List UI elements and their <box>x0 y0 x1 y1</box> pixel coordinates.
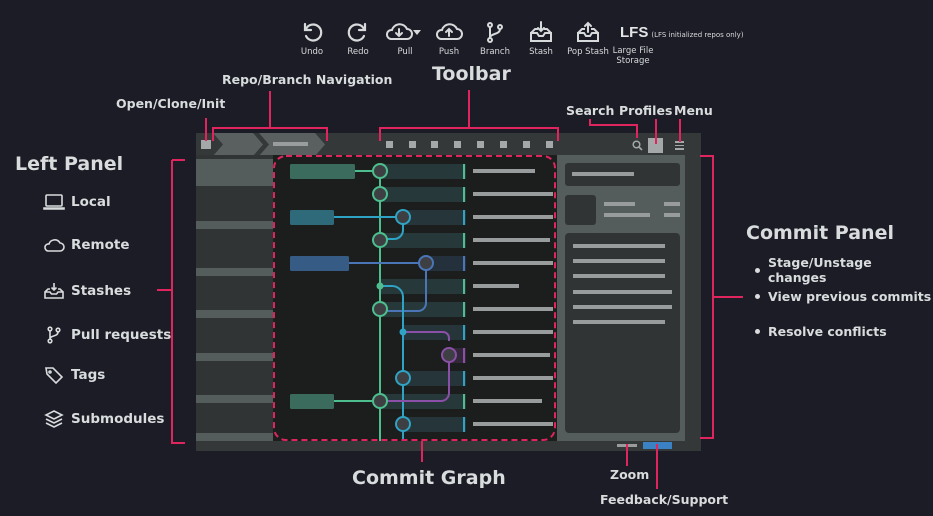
annotation-line <box>379 90 559 141</box>
annotation-line <box>157 159 185 444</box>
annotation-line <box>589 119 638 138</box>
annotation-line <box>700 155 743 439</box>
annotation-lines <box>157 90 743 489</box>
annotation-line <box>212 91 328 141</box>
